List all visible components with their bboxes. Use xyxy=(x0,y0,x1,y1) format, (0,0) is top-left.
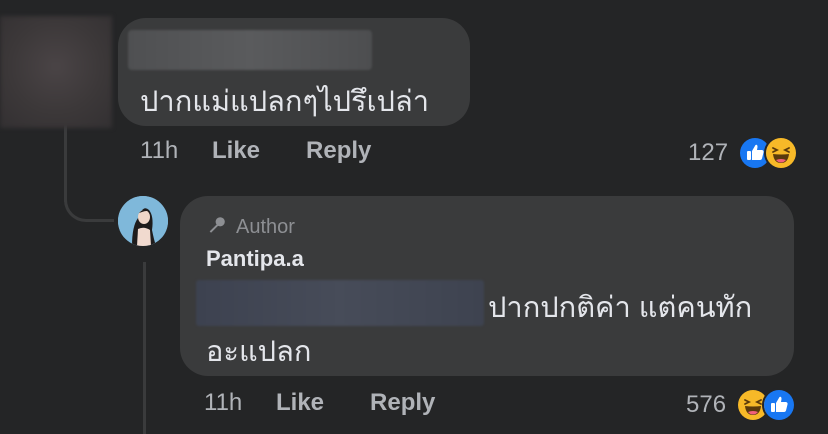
reply-button[interactable]: Reply xyxy=(306,137,371,165)
reply-connector xyxy=(64,180,114,222)
reply-text-line2: อะแปลก xyxy=(206,336,312,368)
comment-actions: 11h Like Reply xyxy=(140,137,417,165)
like-icon xyxy=(762,388,797,422)
reaction-count: 576 xyxy=(686,391,727,418)
reaction-summary[interactable]: 127 xyxy=(688,136,799,170)
haha-icon xyxy=(764,136,799,170)
like-button[interactable]: Like xyxy=(276,389,324,417)
blurred-avatar[interactable] xyxy=(0,16,112,128)
reply-button[interactable]: Reply xyxy=(370,389,435,417)
author-label: Author xyxy=(236,216,295,238)
blurred-commenter-name[interactable] xyxy=(128,30,372,70)
reply-text-line1: ปากปกติค่า แต่คนทัก xyxy=(488,292,753,324)
reply-actions: 11h Like Reply xyxy=(204,389,481,417)
reaction-summary[interactable]: 576 xyxy=(686,388,797,422)
reaction-count: 127 xyxy=(688,139,729,166)
author-badge: Author xyxy=(206,214,295,241)
reply-timestamp[interactable]: 11h xyxy=(204,389,276,417)
like-button[interactable]: Like xyxy=(212,137,260,165)
microphone-icon xyxy=(206,214,228,241)
blurred-mention[interactable] xyxy=(196,280,484,326)
author-avatar[interactable] xyxy=(118,196,168,246)
comment-text: ปากแม่แปลกๆไปรึเปล่า xyxy=(140,86,430,118)
comment-thread: ปากแม่แปลกๆไปรึเปล่า 11h Like Reply 127 xyxy=(0,0,828,434)
comment-timestamp[interactable]: 11h xyxy=(140,137,212,165)
commenter-name[interactable]: Pantipa.a xyxy=(206,246,304,272)
thread-line xyxy=(143,262,146,434)
